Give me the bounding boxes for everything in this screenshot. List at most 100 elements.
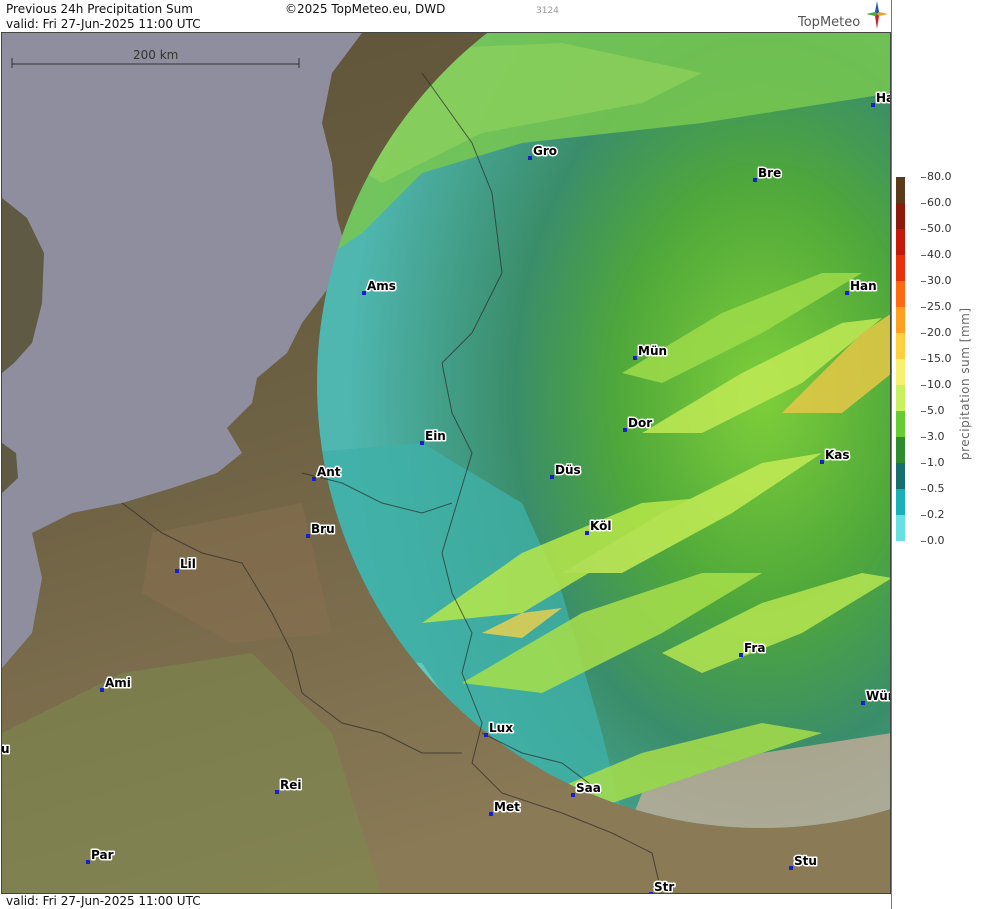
- legend-swatch: [896, 437, 905, 463]
- city-dot: [175, 569, 179, 573]
- legend-swatch: [896, 463, 905, 489]
- city-dot: [871, 103, 875, 107]
- city-label: Met: [494, 800, 520, 814]
- city-dot: [100, 688, 104, 692]
- legend-tick: [921, 515, 926, 516]
- legend-level-label: 25.0: [927, 300, 952, 313]
- city-dot: [623, 428, 627, 432]
- city-marker: uu: [2, 741, 11, 758]
- city-dot: [275, 790, 279, 794]
- legend-tick: [921, 177, 926, 178]
- valid-time: valid: Fri 27-Jun-2025 11:00 UTC: [6, 17, 201, 31]
- legend-level-label: 15.0: [927, 352, 952, 365]
- image-code: 3124: [536, 6, 559, 16]
- city-marker: DorDor: [623, 415, 654, 432]
- city-label: Fra: [744, 641, 765, 655]
- city-label: Ein: [425, 429, 446, 443]
- legend-level-label: 5.0: [927, 404, 945, 417]
- city-dot: [528, 156, 532, 160]
- legend-swatch: [896, 177, 905, 203]
- legend-tick: [921, 203, 926, 204]
- city-marker: HanHan: [845, 278, 878, 295]
- legend-tick: [921, 463, 926, 464]
- city-label: u: [2, 742, 10, 756]
- city-label: Köl: [590, 519, 611, 533]
- legend-swatch: [896, 229, 905, 255]
- legend-swatch: [896, 411, 905, 437]
- legend-swatch: [896, 307, 905, 333]
- city-label: Wür: [866, 689, 891, 703]
- legend-level-label: 30.0: [927, 274, 952, 287]
- city-label: Dor: [628, 416, 652, 430]
- city-label: Bre: [758, 166, 781, 180]
- city-label: Han: [850, 279, 877, 293]
- city-marker: AmsAms: [362, 278, 397, 295]
- city-dot: [306, 534, 310, 538]
- brand-logo-text: TopMeteo: [798, 15, 861, 30]
- city-dot: [789, 866, 793, 870]
- city-marker: AntAnt: [312, 464, 342, 481]
- legend-swatch: [896, 489, 905, 515]
- footer-valid-time: valid: Fri 27-Jun-2025 11:00 UTC: [0, 894, 891, 909]
- header-bar: Previous 24h Precipitation Sum valid: Fr…: [0, 0, 891, 32]
- city-dot: [489, 812, 493, 816]
- legend-level-label: 80.0: [927, 170, 952, 183]
- city-dot: [753, 178, 757, 182]
- city-marker: BreBre: [753, 165, 783, 182]
- map-canvas: 200 km GroGroBreBreHaHaAmsAmsHanHanMünMü…: [2, 33, 891, 894]
- city-label: Ha: [876, 91, 891, 105]
- legend-tick: [921, 359, 926, 360]
- legend-level-label: 1.0: [927, 456, 945, 469]
- map-title: Previous 24h Precipitation Sum: [6, 2, 193, 16]
- legend-tick: [921, 385, 926, 386]
- city-label: Ami: [105, 676, 131, 690]
- city-label: Ams: [367, 279, 396, 293]
- legend-tick: [921, 281, 926, 282]
- city-dot: [86, 860, 90, 864]
- legend-swatch: [896, 515, 905, 541]
- city-marker: KasKas: [820, 447, 851, 464]
- city-dot: [362, 291, 366, 295]
- legend-level-label: 40.0: [927, 248, 952, 261]
- city-dot: [312, 477, 316, 481]
- legend-swatch: [896, 333, 905, 359]
- city-dot: [633, 356, 637, 360]
- legend-tick: [921, 437, 926, 438]
- legend-level-label: 20.0: [927, 326, 952, 339]
- city-label: Mün: [638, 344, 667, 358]
- legend-tick: [921, 411, 926, 412]
- legend-level-label: 60.0: [927, 196, 952, 209]
- city-marker: BruBru: [306, 521, 336, 538]
- city-label: Kas: [825, 448, 850, 462]
- legend-level-label: 50.0: [927, 222, 952, 235]
- city-marker: GroGro: [528, 143, 559, 160]
- city-label: Lil: [180, 557, 196, 571]
- city-dot: [571, 793, 575, 797]
- precipitation-map[interactable]: 200 km GroGroBreBreHaHaAmsAmsHanHanMünMü…: [1, 32, 891, 894]
- legend-tick: [921, 489, 926, 490]
- city-label: Str: [654, 880, 674, 894]
- legend-tick: [921, 255, 926, 256]
- legend-swatch: [896, 281, 905, 307]
- city-dot: [845, 291, 849, 295]
- city-label: Gro: [533, 144, 557, 158]
- city-dot: [585, 531, 589, 535]
- legend-level-label: 0.0: [927, 534, 945, 547]
- legend-level-label: 10.0: [927, 378, 952, 391]
- city-dot: [820, 460, 824, 464]
- city-label: Saa: [576, 781, 601, 795]
- legend-tick: [921, 307, 926, 308]
- legend-swatch: [896, 255, 905, 281]
- legend-swatch: [896, 359, 905, 385]
- legend-level-label: 3.0: [927, 430, 945, 443]
- city-label: Par: [91, 848, 114, 862]
- legend-swatch: [896, 203, 905, 229]
- city-label: Rei: [280, 778, 302, 792]
- city-dot: [861, 701, 865, 705]
- city-marker: AmiAmi: [100, 675, 132, 692]
- city-label: Bru: [311, 522, 335, 536]
- city-marker: MetMet: [489, 799, 522, 816]
- city-dot: [550, 475, 554, 479]
- city-dot: [420, 441, 424, 445]
- city-label: Ant: [317, 465, 341, 479]
